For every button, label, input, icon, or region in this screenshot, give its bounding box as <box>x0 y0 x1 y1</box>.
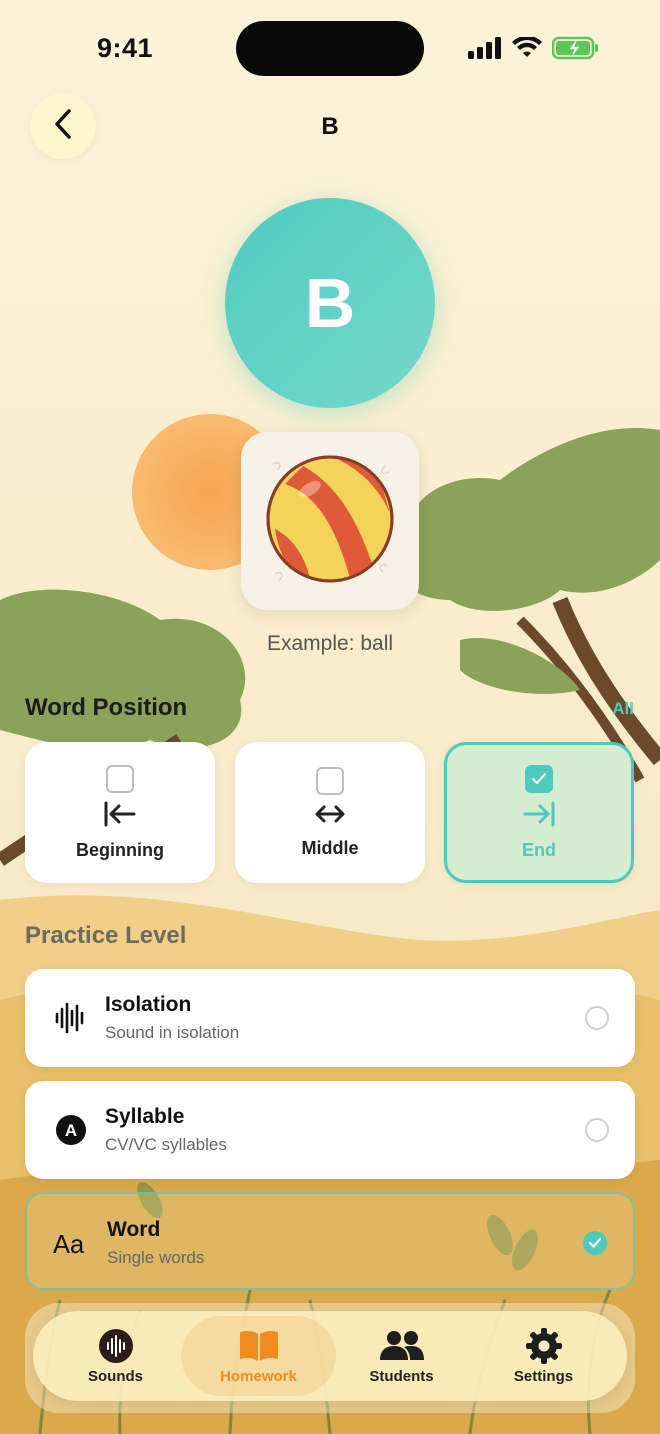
select-all-link[interactable]: All <box>612 699 634 719</box>
beginning-label: Beginning <box>76 839 164 860</box>
beginning-checkbox[interactable] <box>106 764 134 793</box>
tab-students[interactable]: Students <box>329 1311 474 1401</box>
text-aa-icon: Aa <box>53 1223 93 1263</box>
waveform-circle-icon <box>98 1328 134 1364</box>
tab-homework-label: Homework <box>220 1367 297 1385</box>
level-isolation-title: Isolation <box>105 993 192 1016</box>
status-bar: 9:41 <box>0 0 660 100</box>
tab-settings[interactable]: Settings <box>471 1311 616 1401</box>
example-image-card[interactable] <box>241 432 419 610</box>
position-end[interactable]: End <box>444 742 634 883</box>
ball-icon <box>255 444 405 599</box>
word-radio[interactable] <box>583 1231 607 1255</box>
syllable-radio[interactable] <box>585 1118 609 1142</box>
end-label: End <box>522 839 556 860</box>
isolation-radio[interactable] <box>585 1006 609 1030</box>
tab-students-label: Students <box>369 1367 434 1385</box>
dynamic-island <box>236 21 424 76</box>
tab-sounds[interactable]: Sounds <box>43 1311 188 1401</box>
waveform-icon <box>51 998 91 1038</box>
letter-text: B <box>304 264 356 342</box>
letter-circle[interactable]: B <box>225 198 435 408</box>
status-icons <box>468 35 600 65</box>
level-isolation-subtitle: Sound in isolation <box>105 1023 240 1042</box>
position-middle[interactable]: Middle <box>235 742 425 883</box>
tab-settings-label: Settings <box>513 1367 574 1385</box>
arrow-left-right-icon <box>313 803 347 830</box>
practice-level-title: Practice Level <box>25 922 187 949</box>
middle-label: Middle <box>301 837 359 858</box>
end-checkbox[interactable] <box>525 764 553 793</box>
level-word-title: Word <box>107 1218 161 1241</box>
svg-text:Aa: Aa <box>53 1231 85 1259</box>
level-isolation[interactable]: Isolation Sound in isolation <box>25 969 635 1067</box>
arrow-to-end-icon <box>522 801 556 832</box>
status-time: 9:41 <box>97 33 154 63</box>
example-label: Example: ball <box>266 632 394 655</box>
level-word-subtitle: Single words <box>107 1248 205 1267</box>
book-icon <box>238 1328 280 1364</box>
svg-text:A: A <box>65 1121 77 1140</box>
level-syllable-subtitle: CV/VC syllables <box>105 1135 227 1154</box>
arrow-to-start-icon <box>103 801 137 832</box>
level-word[interactable]: Aa Word Single words <box>25 1192 635 1290</box>
signal-icon <box>468 37 502 64</box>
letter-a-icon: A <box>51 1110 91 1150</box>
people-icon <box>378 1328 426 1364</box>
gear-icon <box>525 1327 562 1364</box>
position-beginning[interactable]: Beginning <box>25 742 215 883</box>
level-syllable[interactable]: A Syllable CV/VC syllables <box>25 1081 635 1179</box>
battery-icon <box>551 36 600 65</box>
page-title: B <box>321 113 339 140</box>
level-syllable-title: Syllable <box>105 1105 185 1128</box>
tab-sounds-label: Sounds <box>88 1367 143 1385</box>
word-position-title: Word Position <box>25 694 188 721</box>
tab-homework[interactable]: Homework <box>181 1311 336 1401</box>
middle-checkbox[interactable] <box>316 766 344 795</box>
wifi-icon <box>512 35 542 64</box>
tab-bar: Sounds Homework Students Settings <box>33 1311 627 1401</box>
